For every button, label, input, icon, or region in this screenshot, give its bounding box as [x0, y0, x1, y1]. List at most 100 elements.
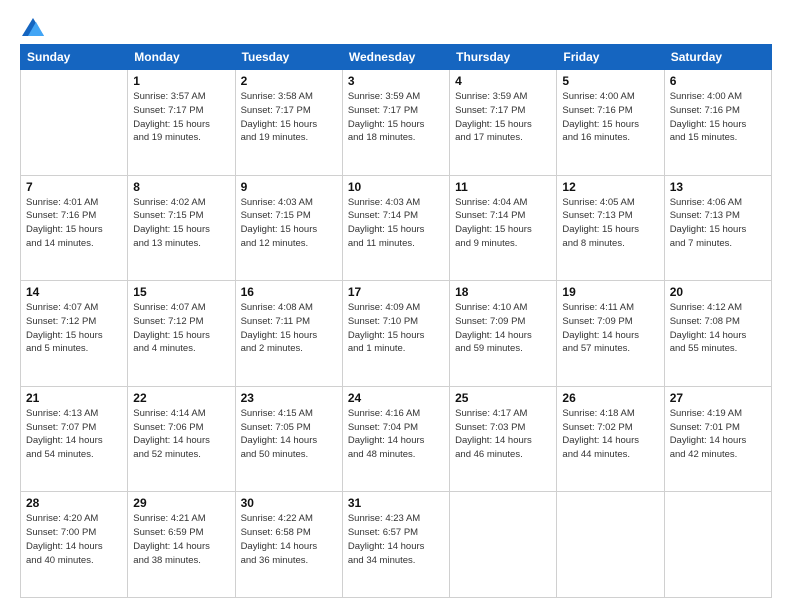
day-number: 15 — [133, 285, 229, 299]
calendar-cell: 12Sunrise: 4:05 AMSunset: 7:13 PMDayligh… — [557, 175, 664, 281]
calendar-cell — [664, 492, 771, 598]
day-info: Sunrise: 4:16 AMSunset: 7:04 PMDaylight:… — [348, 407, 444, 462]
day-number: 28 — [26, 496, 122, 510]
calendar-header-monday: Monday — [128, 45, 235, 70]
calendar-cell: 4Sunrise: 3:59 AMSunset: 7:17 PMDaylight… — [450, 70, 557, 176]
day-number: 17 — [348, 285, 444, 299]
calendar-cell: 6 Sunrise: 4:00 AMSunset: 7:16 PMDaylight… — [664, 70, 771, 176]
day-info: Sunrise: 4:01 AMSunset: 7:16 PMDaylight:… — [26, 196, 122, 251]
calendar-cell — [557, 492, 664, 598]
day-info: Sunrise: 4:20 AMSunset: 7:00 PMDaylight:… — [26, 512, 122, 567]
calendar-cell: 10 Sunrise: 4:03 AMSunset: 7:14 PMDayligh… — [342, 175, 449, 281]
logo-text — [20, 18, 44, 36]
day-info: Sunrise: 4:00 AMSunset: 7:16 PMDaylight:… — [562, 90, 658, 145]
day-number: 19 — [562, 285, 658, 299]
day-info: Sunrise: 4:13 AMSunset: 7:07 PMDaylight:… — [26, 407, 122, 462]
calendar-header-sunday: Sunday — [21, 45, 128, 70]
logo — [20, 18, 44, 34]
day-number: 6 — [670, 74, 766, 88]
day-info: Sunrise: 4:12 AMSunset: 7:08 PMDaylight:… — [670, 301, 766, 356]
calendar-cell: 7 Sunrise: 4:01 AMSunset: 7:16 PMDaylight… — [21, 175, 128, 281]
day-number: 13 — [670, 180, 766, 194]
day-info: Sunrise: 4:18 AMSunset: 7:02 PMDaylight:… — [562, 407, 658, 462]
calendar-cell: 14 Sunrise: 4:07 AMSunset: 7:12 PMDayligh… — [21, 281, 128, 387]
day-info: Sunrise: 4:19 AMSunset: 7:01 PMDaylight:… — [670, 407, 766, 462]
calendar-week-1: 1 Sunrise: 3:57 AMSunset: 7:17 PMDaylight… — [21, 70, 772, 176]
calendar-header-friday: Friday — [557, 45, 664, 70]
day-info: Sunrise: 4:00 AMSunset: 7:16 PMDaylight:… — [670, 90, 766, 145]
day-number: 8 — [133, 180, 229, 194]
calendar-cell: 25 Sunrise: 4:17 AMSunset: 7:03 PMDayligh… — [450, 386, 557, 492]
calendar-cell: 21 Sunrise: 4:13 AMSunset: 7:07 PMDayligh… — [21, 386, 128, 492]
day-info: Sunrise: 4:03 AMSunset: 7:14 PMDaylight:… — [348, 196, 444, 251]
day-number: 12 — [562, 180, 658, 194]
calendar-cell: 23 Sunrise: 4:15 AMSunset: 7:05 PMDayligh… — [235, 386, 342, 492]
calendar-cell: 27 Sunrise: 4:19 AMSunset: 7:01 PMDayligh… — [664, 386, 771, 492]
day-number: 26 — [562, 391, 658, 405]
calendar-cell: 2 Sunrise: 3:58 AMSunset: 7:17 PMDaylight… — [235, 70, 342, 176]
calendar-cell: 31Sunrise: 4:23 AMSunset: 6:57 PMDayligh… — [342, 492, 449, 598]
day-number: 1 — [133, 74, 229, 88]
day-number: 30 — [241, 496, 337, 510]
calendar-cell: 26 Sunrise: 4:18 AMSunset: 7:02 PMDayligh… — [557, 386, 664, 492]
day-info: Sunrise: 4:06 AMSunset: 7:13 PMDaylight:… — [670, 196, 766, 251]
day-info: Sunrise: 4:09 AMSunset: 7:10 PMDaylight:… — [348, 301, 444, 356]
day-number: 29 — [133, 496, 229, 510]
calendar-cell: 3Sunrise: 3:59 AMSunset: 7:17 PMDaylight… — [342, 70, 449, 176]
day-number: 25 — [455, 391, 551, 405]
day-number: 22 — [133, 391, 229, 405]
day-info: Sunrise: 4:07 AMSunset: 7:12 PMDaylight:… — [133, 301, 229, 356]
calendar-cell: 20 Sunrise: 4:12 AMSunset: 7:08 PMDayligh… — [664, 281, 771, 387]
calendar-cell: 18Sunrise: 4:10 AMSunset: 7:09 PMDayligh… — [450, 281, 557, 387]
day-number: 2 — [241, 74, 337, 88]
calendar-cell: 9 Sunrise: 4:03 AMSunset: 7:15 PMDaylight… — [235, 175, 342, 281]
calendar-header-tuesday: Tuesday — [235, 45, 342, 70]
day-info: Sunrise: 4:21 AMSunset: 6:59 PMDaylight:… — [133, 512, 229, 567]
day-number: 23 — [241, 391, 337, 405]
day-info: Sunrise: 4:02 AMSunset: 7:15 PMDaylight:… — [133, 196, 229, 251]
day-number: 5 — [562, 74, 658, 88]
calendar-cell: 13 Sunrise: 4:06 AMSunset: 7:13 PMDayligh… — [664, 175, 771, 281]
day-info: Sunrise: 4:08 AMSunset: 7:11 PMDaylight:… — [241, 301, 337, 356]
calendar-cell: 1 Sunrise: 3:57 AMSunset: 7:17 PMDaylight… — [128, 70, 235, 176]
calendar-cell: 5 Sunrise: 4:00 AMSunset: 7:16 PMDaylight… — [557, 70, 664, 176]
calendar-week-2: 7 Sunrise: 4:01 AMSunset: 7:16 PMDaylight… — [21, 175, 772, 281]
day-info: Sunrise: 4:15 AMSunset: 7:05 PMDaylight:… — [241, 407, 337, 462]
calendar-cell: 19 Sunrise: 4:11 AMSunset: 7:09 PMDayligh… — [557, 281, 664, 387]
day-info: Sunrise: 3:58 AMSunset: 7:17 PMDaylight:… — [241, 90, 337, 145]
day-number: 11 — [455, 180, 551, 194]
calendar-week-5: 28 Sunrise: 4:20 AMSunset: 7:00 PMDayligh… — [21, 492, 772, 598]
day-number: 20 — [670, 285, 766, 299]
day-info: Sunrise: 4:03 AMSunset: 7:15 PMDaylight:… — [241, 196, 337, 251]
day-info: Sunrise: 4:17 AMSunset: 7:03 PMDaylight:… — [455, 407, 551, 462]
day-info: Sunrise: 4:07 AMSunset: 7:12 PMDaylight:… — [26, 301, 122, 356]
day-number: 31 — [348, 496, 444, 510]
day-number: 9 — [241, 180, 337, 194]
day-number: 10 — [348, 180, 444, 194]
calendar-cell: 30Sunrise: 4:22 AMSunset: 6:58 PMDayligh… — [235, 492, 342, 598]
day-number: 7 — [26, 180, 122, 194]
day-info: Sunrise: 3:57 AMSunset: 7:17 PMDaylight:… — [133, 90, 229, 145]
calendar-cell: 24 Sunrise: 4:16 AMSunset: 7:04 PMDayligh… — [342, 386, 449, 492]
day-number: 21 — [26, 391, 122, 405]
day-number: 16 — [241, 285, 337, 299]
calendar-cell: 22Sunrise: 4:14 AMSunset: 7:06 PMDayligh… — [128, 386, 235, 492]
day-number: 14 — [26, 285, 122, 299]
calendar-cell: 28 Sunrise: 4:20 AMSunset: 7:00 PMDayligh… — [21, 492, 128, 598]
page: SundayMondayTuesdayWednesdayThursdayFrid… — [0, 0, 792, 612]
day-number: 27 — [670, 391, 766, 405]
calendar-cell — [21, 70, 128, 176]
day-number: 18 — [455, 285, 551, 299]
calendar-header-wednesday: Wednesday — [342, 45, 449, 70]
calendar-header-thursday: Thursday — [450, 45, 557, 70]
calendar-cell: 29 Sunrise: 4:21 AMSunset: 6:59 PMDayligh… — [128, 492, 235, 598]
calendar-week-3: 14 Sunrise: 4:07 AMSunset: 7:12 PMDayligh… — [21, 281, 772, 387]
calendar-header-saturday: Saturday — [664, 45, 771, 70]
day-info: Sunrise: 4:11 AMSunset: 7:09 PMDaylight:… — [562, 301, 658, 356]
calendar-table: SundayMondayTuesdayWednesdayThursdayFrid… — [20, 44, 772, 598]
calendar-header-row: SundayMondayTuesdayWednesdayThursdayFrid… — [21, 45, 772, 70]
day-number: 4 — [455, 74, 551, 88]
calendar-cell: 11Sunrise: 4:04 AMSunset: 7:14 PMDayligh… — [450, 175, 557, 281]
day-number: 24 — [348, 391, 444, 405]
calendar-cell: 15 Sunrise: 4:07 AMSunset: 7:12 PMDayligh… — [128, 281, 235, 387]
